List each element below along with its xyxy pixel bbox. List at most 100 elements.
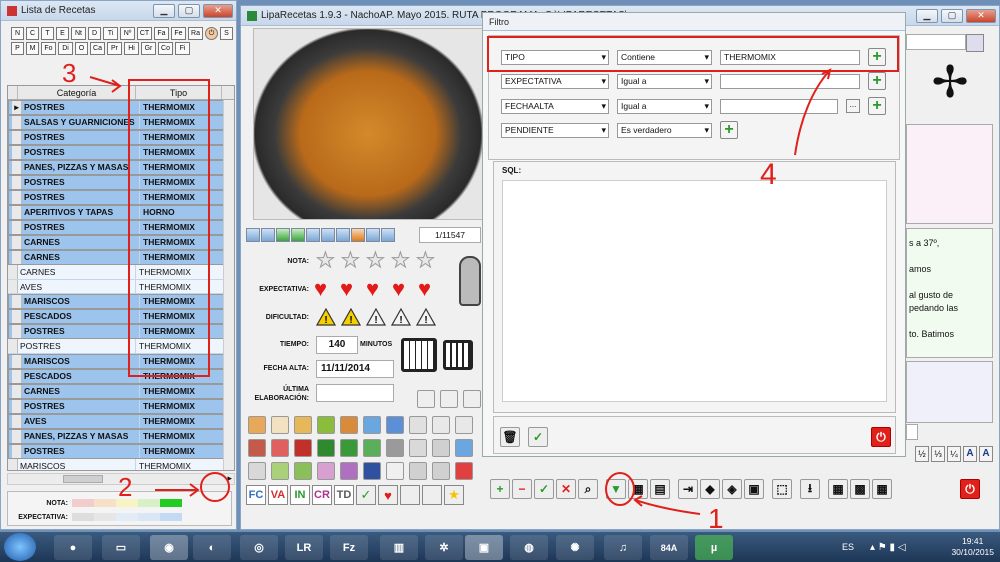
maximize-button[interactable]: ▢ (178, 3, 200, 18)
star-icon[interactable]: ★ (341, 248, 361, 273)
table-row[interactable]: PANES, PIZZAS Y MASAS THERMOMIX (8, 429, 234, 445)
calendar2-icon[interactable] (409, 462, 427, 480)
scroll-right-arrow-icon[interactable]: ▸ (227, 473, 232, 484)
pastry-icon[interactable] (294, 416, 312, 434)
letter-button-fe[interactable]: Fe (171, 27, 186, 40)
table-row[interactable]: POSTRES THERMOMIX (8, 399, 234, 415)
oven-icon[interactable] (248, 462, 266, 480)
table-row[interactable]: POSTRES THERMOMIX (8, 339, 234, 355)
image-button-icon[interactable] (966, 34, 984, 52)
scroll-thumb[interactable] (63, 475, 103, 483)
warning-icon[interactable]: ! (315, 307, 337, 326)
cancel-icon[interactable]: ✕ (556, 479, 576, 499)
table-row[interactable]: CARNES THERMOMIX (8, 250, 234, 265)
font-size-down-icon[interactable]: A (979, 446, 993, 462)
table-row[interactable]: APERITIVOS Y TAPAS HORNO (8, 205, 234, 220)
table-row[interactable]: PESCADOS THERMOMIX (8, 309, 234, 325)
check-tag-icon[interactable]: ✓ (356, 485, 376, 505)
app-taskbar-icon[interactable]: ◐ (193, 535, 231, 560)
letter-button-fi[interactable]: Fi (175, 42, 190, 55)
image-icon[interactable] (321, 228, 335, 242)
maximize-button[interactable]: ▢ (941, 8, 963, 23)
filter-operator-select[interactable]: Contiene (617, 49, 712, 65)
media-taskbar-icon[interactable]: ✲ (425, 535, 463, 560)
letter-button-nº[interactable]: Nº (120, 27, 135, 40)
table-row[interactable]: AVES THERMOMIX (8, 279, 234, 295)
camera-taskbar-icon[interactable]: ◉ (150, 535, 188, 560)
warning-icon[interactable]: ! (390, 307, 412, 326)
close-filter-icon[interactable]: ⏻ (871, 427, 891, 447)
table-row[interactable]: CARNES THERMOMIX (8, 235, 234, 250)
filter-field-select[interactable]: EXPECTATIVA (501, 73, 609, 89)
chart-icon[interactable] (432, 416, 450, 434)
filezilla-taskbar-icon[interactable]: Fz (330, 535, 368, 560)
grill-icon[interactable] (409, 416, 427, 434)
bread-icon[interactable] (248, 416, 266, 434)
minimize-button[interactable]: ▁ (153, 3, 175, 18)
greens-icon[interactable] (317, 416, 335, 434)
letter-button-ra[interactable]: Ra (188, 27, 203, 40)
photo-icon[interactable] (336, 228, 350, 242)
next-record-icon[interactable] (276, 228, 290, 242)
warning-icon[interactable]: ! (340, 307, 362, 326)
fecha-alta-field[interactable]: 11/11/2014 (316, 360, 394, 378)
house-icon[interactable] (440, 390, 458, 408)
search-icon[interactable] (455, 416, 473, 434)
right-search-field[interactable] (906, 34, 966, 50)
table-row[interactable]: MARISCOS THERMOMIX (8, 459, 234, 470)
letter-button-d[interactable]: D (88, 27, 101, 40)
letter-button-ca[interactable]: Ca (90, 42, 105, 55)
letter-button-fa[interactable]: Fa (154, 27, 169, 40)
fraction-button[interactable]: ⅓ (931, 446, 945, 462)
calendar-icon[interactable] (386, 462, 404, 480)
lightroom-taskbar-icon[interactable]: LR (285, 535, 323, 560)
letter-button-n[interactable]: N (11, 27, 24, 40)
table-row[interactable]: MARISCOS THERMOMIX (8, 294, 234, 310)
bottle-icon[interactable] (363, 416, 381, 434)
column-header-tipo[interactable]: Tipo (136, 86, 222, 99)
drink-icon[interactable] (317, 462, 335, 480)
table-row[interactable]: CARNES THERMOMIX (8, 384, 234, 400)
report-icon[interactable]: ▤ (650, 479, 670, 499)
letter-button-pr[interactable]: Pr (107, 42, 122, 55)
filter-operator-select[interactable]: Igual a (617, 73, 712, 89)
table-row[interactable]: ▸ POSTRES THERMOMIX (8, 100, 234, 115)
filter-value-input[interactable] (720, 98, 838, 114)
heart-icon[interactable]: ♥ (418, 276, 431, 302)
browser-taskbar-icon[interactable]: ◍ (510, 535, 548, 560)
first-record-icon[interactable] (246, 228, 260, 242)
ultima-elaboracion-field[interactable] (316, 384, 394, 402)
sql-textarea[interactable] (502, 180, 887, 402)
select-icon[interactable]: ⬚ (772, 479, 792, 499)
search-icon[interactable]: ⌕ (578, 479, 598, 499)
add-condition-icon[interactable]: + (720, 121, 738, 139)
tag-edit-icon[interactable]: ◈ (722, 479, 742, 499)
table-row[interactable]: POSTRES THERMOMIX (8, 145, 234, 160)
letter-button-s[interactable]: S (220, 27, 233, 40)
grill-top-icon[interactable] (417, 390, 435, 408)
date-picker-button[interactable]: ... (846, 99, 860, 113)
close-button[interactable]: ✕ (203, 3, 233, 18)
chart-taskbar-icon[interactable]: ▥ (380, 535, 418, 560)
picture-icon[interactable]: ▣ (744, 479, 764, 499)
table-row[interactable]: POSTRES THERMOMIX (8, 175, 234, 190)
letter-button-nt[interactable]: Nt (71, 27, 86, 40)
heart-tag-icon[interactable]: ♥ (378, 485, 398, 505)
add-condition-icon[interactable]: + (868, 97, 886, 115)
extra-icon[interactable] (455, 462, 473, 480)
trash-icon[interactable]: 🗑 (500, 427, 520, 447)
utorrent-taskbar-icon[interactable]: µ (695, 535, 733, 560)
table-row[interactable]: PANES, PIZZAS Y MASAS THERMOMIX (8, 160, 234, 175)
pepper-icon[interactable] (317, 439, 335, 457)
cake-icon[interactable] (294, 439, 312, 457)
tag-button-fc[interactable]: FC (246, 485, 266, 505)
camera-icon[interactable] (306, 228, 320, 242)
letter-button-gr[interactable]: Gr (141, 42, 156, 55)
star-icon[interactable]: ★ (391, 248, 411, 273)
tag-icon[interactable]: ◆ (700, 479, 720, 499)
minimize-button[interactable]: ▁ (916, 8, 938, 23)
steak-icon[interactable] (271, 439, 289, 457)
filter-icon[interactable]: ▼ (606, 479, 626, 499)
start-button-icon[interactable] (4, 533, 36, 561)
table-row[interactable]: POSTRES THERMOMIX (8, 190, 234, 205)
